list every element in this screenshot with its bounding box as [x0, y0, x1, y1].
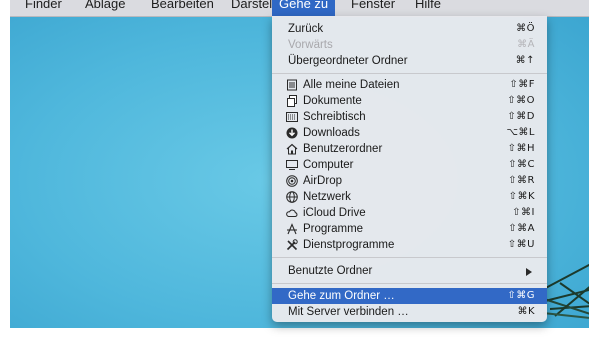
home-icon	[286, 143, 298, 155]
all-files-icon	[287, 79, 297, 91]
menu-item-label: Zurück	[288, 23, 324, 35]
menu-item-shortcut: ⌘Ä	[517, 39, 535, 50]
menu-item-shortcut: ⇧⌘A	[508, 223, 535, 234]
menu-item-label: AirDrop	[303, 175, 342, 187]
menu-item-label: Vorwärts	[288, 39, 333, 51]
menu-item-shortcut: ⇧⌘U	[507, 239, 535, 250]
menu-item-label: Netzwerk	[303, 191, 351, 203]
menu-item-label: Übergeordneter Ordner	[288, 55, 408, 67]
menu-item-gehe-zum-ordner[interactable]: Gehe zum Ordner … ⇧⌘G	[272, 288, 547, 304]
menu-item-zurueck[interactable]: Zurück ⌘Ö	[272, 21, 547, 37]
menu-item-label: Downloads	[303, 127, 360, 139]
documents-icon	[287, 95, 297, 107]
menu-item-vorwaerts: Vorwärts ⌘Ä	[272, 37, 547, 53]
menu-item-airdrop[interactable]: AirDrop ⇧⌘R	[272, 173, 547, 189]
menu-item-shortcut: ⇧⌘C	[508, 159, 535, 170]
computer-icon	[286, 160, 298, 170]
menubar-item-fenster[interactable]: Fenster	[344, 0, 402, 16]
menu-item-label: Mit Server verbinden …	[288, 306, 409, 318]
menu-item-shortcut: ⌘Ö	[516, 23, 535, 34]
menu-item-label: Alle meine Dateien	[303, 79, 400, 91]
menu-item-shortcut: ⇧⌘K	[508, 191, 535, 202]
menu-item-label: iCloud Drive	[303, 207, 366, 219]
menu-item-uebergeordneter-ordner[interactable]: Übergeordneter Ordner ⌘↑	[272, 53, 547, 69]
menu-item-dokumente[interactable]: Dokumente ⇧⌘O	[272, 93, 547, 109]
menu-item-benutzte-ordner[interactable]: Benutzte Ordner	[272, 263, 547, 279]
menu-item-label: Dienstprogramme	[303, 239, 395, 251]
menu-separator	[272, 73, 547, 74]
submenu-arrow-icon	[526, 268, 532, 276]
menu-item-programme[interactable]: Programme ⇧⌘A	[272, 221, 547, 237]
menu-item-shortcut: ⇧⌘G	[507, 290, 535, 301]
menu-item-schreibtisch[interactable]: Schreibtisch ⇧⌘D	[272, 109, 547, 125]
menu-item-label: Computer	[303, 159, 354, 171]
desktop-icon	[286, 112, 298, 122]
menu-item-shortcut: ⇧⌘O	[507, 95, 535, 106]
applications-icon	[287, 223, 297, 235]
menu-item-label: Gehe zum Ordner …	[288, 290, 395, 302]
menubar-item-gehe-zu[interactable]: Gehe zu	[272, 0, 336, 16]
menubar-item-bearbeiten[interactable]: Bearbeiten	[144, 0, 221, 16]
screenshot-frame: Finder Ablage Bearbeiten Darstellung Geh…	[0, 0, 599, 338]
network-icon	[286, 191, 298, 203]
menu-item-netzwerk[interactable]: Netzwerk ⇧⌘K	[272, 189, 547, 205]
icloud-icon	[286, 209, 298, 217]
downloads-icon	[286, 127, 298, 139]
menu-item-icloud-drive[interactable]: iCloud Drive ⇧⌘I	[272, 205, 547, 221]
menu-item-shortcut: ⇧⌘R	[508, 175, 535, 186]
menu-item-benutzerordner[interactable]: Benutzerordner ⇧⌘H	[272, 141, 547, 157]
menu-item-mit-server-verbinden[interactable]: Mit Server verbinden … ⌘K	[272, 304, 547, 320]
menu-item-downloads[interactable]: Downloads ⌥⌘L	[272, 125, 547, 141]
menu-item-label: Benutzte Ordner	[288, 265, 373, 277]
airdrop-icon	[286, 175, 298, 187]
menu-item-dienstprogramme[interactable]: Dienstprogramme ⇧⌘U	[272, 237, 547, 253]
menubar-item-hilfe[interactable]: Hilfe	[408, 0, 448, 16]
go-menu-dropdown: Zurück ⌘Ö Vorwärts ⌘Ä Übergeordneter Ord…	[272, 16, 547, 322]
utilities-icon	[286, 239, 298, 251]
menu-item-label: Dokumente	[303, 95, 362, 107]
menu-item-shortcut: ⇧⌘H	[507, 143, 535, 154]
menu-item-alle-meine-dateien[interactable]: Alle meine Dateien ⇧⌘F	[272, 77, 547, 93]
menu-item-shortcut: ⇧⌘F	[509, 79, 535, 90]
menu-item-label: Programme	[303, 223, 364, 235]
menu-item-shortcut: ⌘K	[517, 306, 535, 317]
menu-item-label: Schreibtisch	[303, 111, 366, 123]
menu-item-shortcut: ⇧⌘I	[512, 207, 535, 218]
menu-item-label: Benutzerordner	[303, 143, 383, 155]
menu-separator	[272, 257, 547, 258]
menu-item-shortcut: ⌥⌘L	[506, 127, 535, 138]
menu-item-shortcut: ⌘↑	[515, 55, 535, 66]
menu-item-shortcut: ⇧⌘D	[507, 111, 535, 122]
menubar-item-finder[interactable]: Finder	[18, 0, 69, 16]
menu-item-computer[interactable]: Computer ⇧⌘C	[272, 157, 547, 173]
menu-separator	[272, 283, 547, 284]
menubar-item-ablage[interactable]: Ablage	[78, 0, 132, 16]
menu-bar: Finder Ablage Bearbeiten Darstellung Geh…	[10, 0, 589, 17]
